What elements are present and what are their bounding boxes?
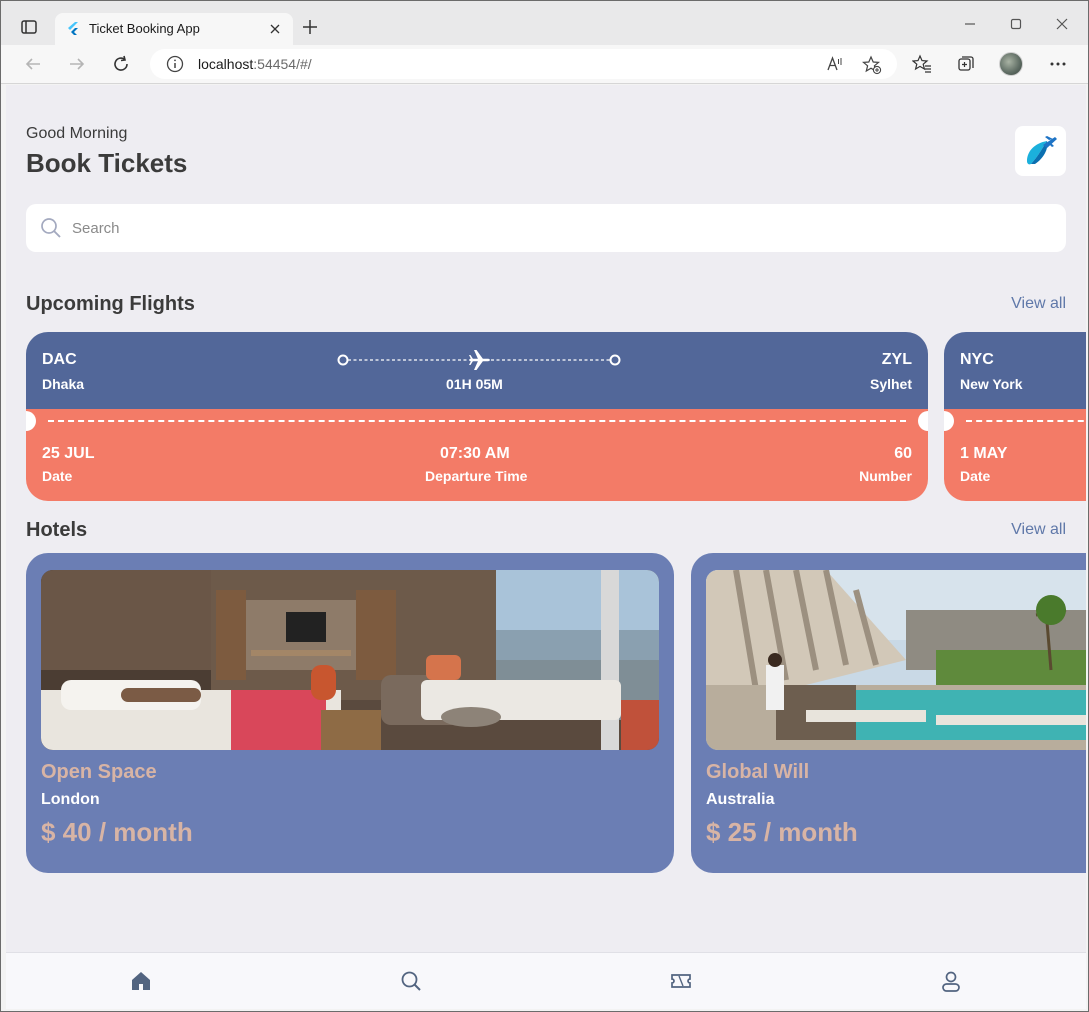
forward-icon[interactable] [67, 54, 87, 74]
hotel-city: London [41, 791, 100, 808]
ticket-top-section: DAC Dhaka 01H 05M ZYL Sylhet [26, 332, 928, 409]
to-code: ZYL [881, 351, 912, 368]
hotel-price: $ 40 / month [41, 817, 193, 847]
hotel-card[interactable]: Global Will Australia $ 25 / month [691, 553, 1086, 873]
minimize-icon[interactable] [961, 15, 979, 33]
from-code: DAC [42, 351, 77, 368]
refresh-icon[interactable] [111, 54, 131, 74]
airplane-icon [469, 350, 490, 370]
favorites-icon[interactable] [912, 54, 932, 74]
number-label: Number [859, 468, 912, 484]
site-info-icon[interactable] [166, 55, 184, 73]
flight-duration: 01H 05M [446, 376, 503, 392]
read-aloud-icon[interactable] [826, 55, 844, 73]
to-city: Sylhet [869, 376, 912, 392]
new-tab-icon[interactable] [301, 18, 319, 36]
ticket-perforation [966, 420, 1086, 422]
search-icon [41, 218, 61, 238]
greeting-text: Good Morning [26, 125, 128, 142]
departure-time-label: Departure Time [425, 468, 528, 484]
seat-number: 60 [894, 445, 912, 462]
hotel-pool-image [706, 570, 1086, 750]
close-window-icon[interactable] [1053, 15, 1071, 33]
maximize-icon[interactable] [1007, 15, 1025, 33]
address-bar[interactable]: localhost:54454/#/ [150, 49, 897, 79]
hotel-name: Global Will [706, 761, 810, 783]
tab-title: Ticket Booking App [89, 21, 200, 36]
flight-date: 1 MAY [960, 445, 1008, 462]
hotel-photo [41, 570, 659, 750]
hotel-card[interactable]: Open Space London $ 40 / month [26, 553, 674, 873]
search-box[interactable] [26, 204, 1066, 252]
ticket-icon[interactable] [669, 969, 693, 993]
flight-ticket-card[interactable]: NYC New York 1 MAY Date [944, 332, 1086, 501]
date-label: Date [960, 468, 991, 484]
airline-logo-icon [1027, 136, 1057, 165]
bottom-navigation [6, 952, 1086, 1009]
browser-toolbar: localhost:54454/#/ [1, 45, 1088, 84]
profile-avatar[interactable] [999, 52, 1023, 76]
tab-actions-icon[interactable] [17, 15, 41, 39]
home-icon[interactable] [129, 969, 153, 993]
from-city: New York [960, 376, 1023, 392]
flight-date: 25 JUL [42, 445, 95, 462]
ticket-perforation [48, 420, 906, 422]
flights-view-all-link[interactable]: View all [1011, 295, 1066, 313]
browser-tab[interactable]: Ticket Booking App [55, 13, 293, 46]
browser-window: Ticket Booking App localhost:54454/#/ Go… [0, 0, 1089, 1012]
hotel-photo [706, 570, 1086, 750]
departure-time: 07:30 AM [440, 445, 510, 462]
hotel-room-image [41, 570, 659, 750]
flight-ticket-card[interactable]: DAC Dhaka 01H 05M ZYL Sylhet 25 JUL Date… [26, 332, 928, 501]
collections-icon[interactable] [956, 54, 976, 74]
hotels-title: Hotels [26, 519, 88, 541]
ticket-bottom-section: 1 MAY Date [944, 409, 1086, 501]
url-text[interactable]: localhost:54454/#/ [198, 56, 312, 72]
add-favorite-icon[interactable] [862, 55, 882, 75]
search-icon[interactable] [399, 969, 423, 993]
app-logo [1015, 126, 1066, 176]
ticket-bottom-section: 25 JUL Date 07:30 AM Departure Time 60 N… [26, 409, 928, 501]
from-city: Dhaka [42, 376, 85, 392]
url-path: :54454/#/ [253, 56, 312, 72]
ticket-top-section: NYC New York [944, 332, 1086, 409]
more-menu-icon[interactable] [1048, 54, 1068, 74]
page-title: Book Tickets [26, 148, 188, 178]
hotel-city: Australia [706, 791, 775, 808]
close-tab-icon[interactable] [267, 21, 283, 37]
profile-icon[interactable] [939, 969, 963, 993]
search-input[interactable] [72, 216, 972, 240]
hotel-name: Open Space [41, 761, 157, 783]
flutter-icon [68, 22, 78, 35]
url-host: localhost [198, 56, 254, 72]
hotels-view-all-link[interactable]: View all [1011, 521, 1066, 539]
flight-route-icon [337, 350, 621, 370]
back-icon[interactable] [23, 54, 43, 74]
date-label: Date [42, 468, 73, 484]
app-viewport: Good Morning Book Tickets Upcoming Fligh… [6, 85, 1086, 1009]
hotel-price: $ 25 / month [706, 817, 858, 847]
upcoming-flights-title: Upcoming Flights [26, 293, 195, 315]
from-code: NYC [960, 351, 994, 368]
tab-strip: Ticket Booking App [1, 1, 1088, 46]
